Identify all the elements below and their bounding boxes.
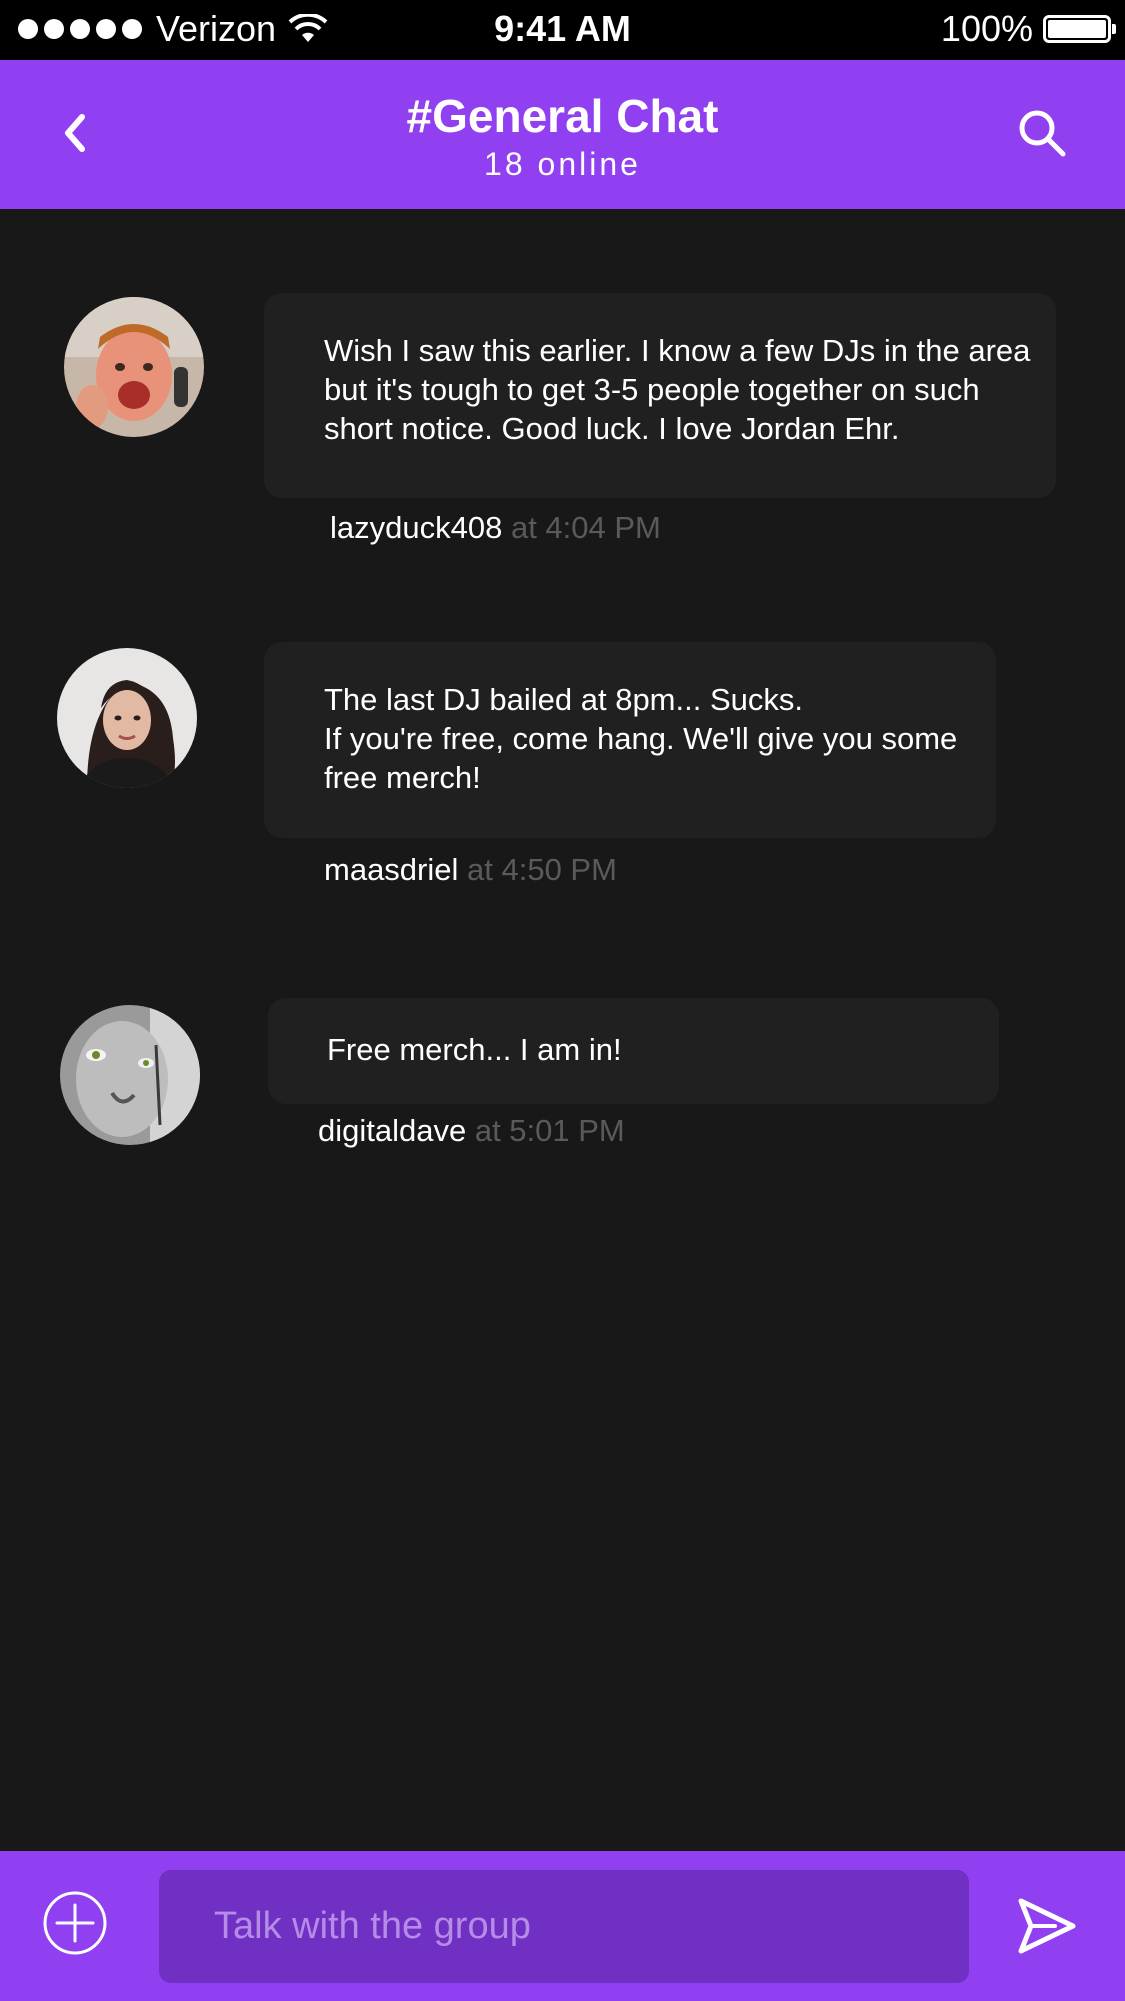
message-text: The last DJ bailed at 8pm... Sucks. If y… — [324, 682, 958, 795]
add-attachment-button[interactable] — [42, 1890, 108, 1956]
chat-title: #General Chat — [406, 90, 719, 142]
message-text: Free merch... I am in! — [327, 1032, 622, 1067]
message-bubble: Free merch... I am in! — [268, 998, 999, 1104]
online-count: 18 online — [484, 146, 641, 182]
message-timestamp: at 4:50 PM — [467, 852, 617, 887]
avatar[interactable] — [64, 297, 204, 437]
status-right: 100% — [940, 8, 1116, 50]
message-username[interactable]: lazyduck408 — [330, 510, 502, 545]
message-text: Wish I saw this earlier. I know a few DJ… — [324, 333, 1031, 446]
battery-icon — [1043, 15, 1116, 43]
message-meta: lazyduck408 at 4:04 PM — [330, 510, 661, 546]
search-icon — [1019, 110, 1066, 157]
battery-percent: 100% — [940, 8, 1033, 49]
message-username[interactable]: digitaldave — [318, 1113, 466, 1148]
message-composer — [0, 1851, 1125, 2001]
message-timestamp: at 5:01 PM — [474, 1113, 625, 1148]
message-meta: maasdriel at 4:50 PM — [324, 852, 617, 888]
message-input[interactable] — [212, 1904, 969, 1949]
status-bar: Verizon 9:41 AM 100% — [0, 0, 1125, 60]
chat-header: #General Chat 18 online — [0, 60, 1125, 209]
avatar[interactable] — [60, 1005, 200, 1145]
message-meta: digitaldave at 5:01 PM — [318, 1113, 625, 1149]
message-bubble: Wish I saw this earlier. I know a few DJ… — [264, 293, 1056, 498]
send-button[interactable] — [1015, 1895, 1077, 1957]
search-button[interactable] — [1013, 104, 1073, 164]
message-username[interactable]: maasdriel — [324, 852, 458, 887]
avatar[interactable] — [57, 648, 197, 788]
message-bubble: The last DJ bailed at 8pm... Sucks. If y… — [264, 642, 996, 838]
send-icon — [1018, 1898, 1076, 1954]
message-input-container[interactable] — [159, 1870, 969, 1983]
message-timestamp: at 4:04 PM — [510, 510, 661, 545]
plus-circle-icon — [43, 1891, 107, 1955]
